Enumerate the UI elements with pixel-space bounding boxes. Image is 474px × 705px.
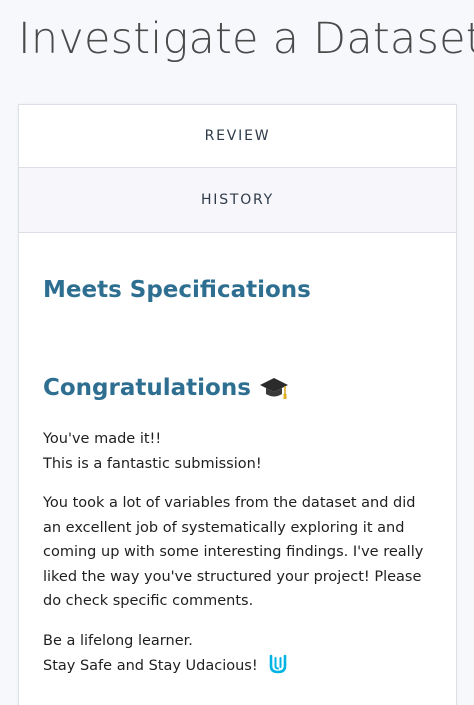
tab-history[interactable]: HISTORY [19, 168, 456, 233]
intro-text: You've made it!! This is a fantastic sub… [43, 427, 435, 476]
feedback-paragraph: You took a lot of variables from the dat… [43, 491, 435, 614]
congratulations-label: Congratulations [43, 375, 251, 401]
congratulations-heading: Congratulations [43, 375, 289, 401]
status-heading: Meets Specifications [43, 277, 311, 303]
closing-line-2: Stay Safe and Stay Udacious! [43, 654, 435, 679]
closing-line-2-text: Stay Safe and Stay Udacious! [43, 657, 258, 674]
review-card: REVIEW HISTORY Meets Specifications Cong… [18, 104, 457, 705]
graduation-cap-icon [259, 375, 289, 401]
feedback-text: You took a lot of variables from the dat… [43, 495, 424, 609]
closing-text: Be a lifelong learner. Stay Safe and Sta… [43, 629, 435, 678]
page-title: Investigate a Dataset [18, 14, 474, 64]
intro-line-2: This is a fantastic submission! [43, 455, 262, 472]
tab-review[interactable]: REVIEW [19, 105, 456, 168]
intro-line-1: You've made it!! [43, 431, 162, 447]
udacity-logo-icon [268, 654, 288, 674]
closing-line-1: Be a lifelong learner. [43, 633, 193, 649]
